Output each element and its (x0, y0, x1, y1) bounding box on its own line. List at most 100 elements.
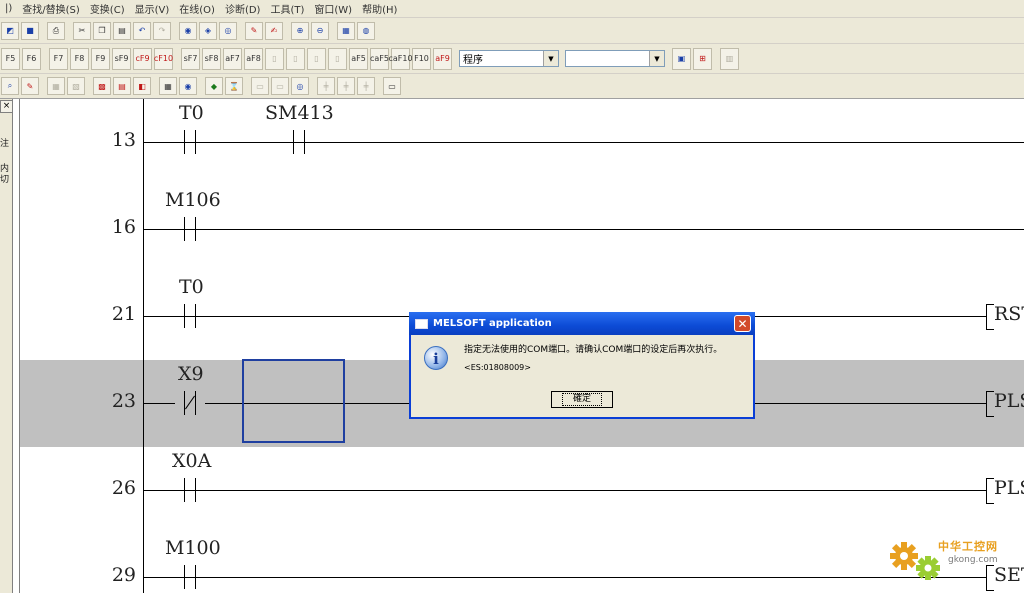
save-icon[interactable]: ■ (21, 21, 39, 40)
ladder-rung[interactable]: 13 T0 SM413 (20, 99, 1024, 186)
program-select[interactable]: 程序 ▼ (459, 50, 559, 67)
key-label: caF10 (388, 54, 413, 63)
key-f9-button[interactable]: F9 (91, 47, 110, 70)
write-mode-icon[interactable]: ▧ (67, 77, 85, 95)
list-view-icon[interactable]: ▤ (113, 77, 131, 95)
normally-open-contact[interactable] (175, 217, 205, 241)
key-f10-button[interactable]: F10 (412, 47, 431, 70)
key-label: aF8 (246, 54, 261, 63)
symbol-3-icon[interactable]: ╪ (357, 77, 375, 95)
read-mode-icon[interactable]: ▦ (47, 77, 65, 95)
key-label: aF5 (351, 54, 366, 63)
chevron-down-icon[interactable]: ▼ (543, 51, 558, 66)
menu-view[interactable]: 显示(V) (130, 1, 175, 16)
symbol-2-icon[interactable]: ╪ (337, 77, 355, 95)
key-af9-button[interactable]: aF9 (433, 47, 452, 70)
properties-icon[interactable]: ▣ (672, 47, 691, 70)
key-label: F7 (53, 54, 64, 63)
search-icon[interactable]: ⌕ (1, 77, 19, 95)
edit-icon[interactable]: ✎ (21, 77, 39, 95)
normally-open-contact[interactable] (175, 130, 205, 154)
device-memory-icon[interactable]: ◍ (357, 21, 375, 40)
menu-help[interactable]: 帮助(H) (357, 1, 402, 16)
ladder-rung[interactable]: 16 M106 (20, 186, 1024, 273)
menu-tools[interactable]: 工具(T) (265, 1, 309, 16)
normally-open-contact[interactable] (284, 130, 314, 154)
edit-cursor[interactable] (242, 359, 345, 443)
key-disabled-1[interactable]: ▯ (265, 47, 284, 70)
key-af5-button[interactable]: aF5 (349, 47, 368, 70)
close-icon[interactable]: × (0, 100, 13, 113)
timer-icon[interactable]: ⌛ (225, 77, 243, 95)
zoom-out-icon[interactable]: ⊖ (311, 21, 329, 40)
key-sf7-button[interactable]: sF7 (181, 47, 200, 70)
symbol-1-icon[interactable]: ╪ (317, 77, 335, 95)
panel-char: 注 (0, 139, 10, 149)
menu-online[interactable]: 在线(O) (174, 1, 220, 16)
menu-diagnostics[interactable]: 诊断(D) (220, 1, 266, 16)
paste-icon[interactable]: ▤ (113, 21, 131, 40)
key-disabled-3[interactable]: ▯ (307, 47, 326, 70)
copy-icon[interactable]: ❐ (93, 21, 111, 40)
delete-row-icon[interactable]: ▭ (271, 77, 289, 95)
key-label: F8 (74, 54, 85, 63)
key-caf5-button[interactable]: caF5 (370, 47, 389, 70)
insert-row-icon[interactable]: ▭ (251, 77, 269, 95)
secondary-select[interactable]: ▼ (565, 50, 665, 67)
key-cf9-button[interactable]: cF9 (133, 47, 152, 70)
diagnose-icon[interactable]: ◎ (291, 77, 309, 95)
ladder-rung[interactable]: 29 M100 SET (20, 534, 1024, 593)
device-list-icon[interactable]: ▦ (159, 77, 177, 95)
ladder-view-icon[interactable]: ▩ (93, 77, 111, 95)
key-label: aF9 (435, 54, 450, 63)
dialog-close-button[interactable]: ✕ (734, 315, 751, 332)
key-f8-button[interactable]: F8 (70, 47, 89, 70)
tree-icon[interactable]: ⊞ (693, 47, 712, 70)
replace-icon[interactable]: ◎ (219, 21, 237, 40)
dialog-titlebar[interactable]: MELSOFT application ✕ (409, 312, 755, 335)
key-f7-button[interactable]: F7 (49, 47, 68, 70)
redo-icon[interactable]: ↷ (153, 21, 171, 40)
sfc-view-icon[interactable]: ◧ (133, 77, 151, 95)
normally-closed-contact[interactable] (175, 391, 205, 415)
screen-icon[interactable]: ▭ (383, 77, 401, 95)
normally-open-contact[interactable] (175, 565, 205, 589)
step-icon[interactable]: ◆ (205, 77, 223, 95)
find-device-icon[interactable]: ◉ (179, 21, 197, 40)
comment-icon[interactable]: ▦ (337, 21, 355, 40)
open-icon[interactable]: ◩ (1, 21, 19, 40)
key-af8-button[interactable]: aF8 (244, 47, 263, 70)
menu-window[interactable]: 窗口(W) (309, 1, 357, 16)
key-f6-button[interactable]: F6 (22, 47, 41, 70)
ok-button[interactable]: 確定 (551, 391, 613, 408)
gear-icon (890, 542, 940, 580)
monitor-start-icon[interactable]: ◉ (179, 77, 197, 95)
zoom-in-icon[interactable]: ⊕ (291, 21, 309, 40)
key-label: F6 (26, 54, 37, 63)
grid-icon[interactable]: ▥ (720, 47, 739, 70)
key-label: sF9 (114, 54, 129, 63)
chevron-down-icon[interactable]: ▼ (649, 51, 664, 66)
menu-find-replace[interactable]: 查找/替换(S) (17, 1, 85, 16)
key-f5-button[interactable]: F5 (1, 47, 20, 70)
write-icon[interactable]: ✍ (265, 21, 283, 40)
cut-icon[interactable]: ✂ (73, 21, 91, 40)
key-disabled-2[interactable]: ▯ (286, 47, 305, 70)
normally-open-contact[interactable] (175, 304, 205, 328)
key-caf10-button[interactable]: caF10 (388, 47, 413, 70)
key-sf8-button[interactable]: sF8 (202, 47, 221, 70)
ladder-symbol-toolbar: F5 F6 F7 F8 F9 sF9 cF9 cF10 sF7 sF8 aF7 … (0, 44, 1024, 74)
wire (144, 229, 1024, 230)
key-disabled-4[interactable]: ▯ (328, 47, 347, 70)
find-instruction-icon[interactable]: ◈ (199, 21, 217, 40)
key-sf9-button[interactable]: sF9 (112, 47, 131, 70)
monitor-icon[interactable]: ✎ (245, 21, 263, 40)
menu-convert[interactable]: 变换(C) (85, 1, 130, 16)
normally-open-contact[interactable] (175, 478, 205, 502)
print-icon[interactable]: ⎙ (47, 21, 65, 40)
key-cf10-button[interactable]: cF10 (154, 47, 173, 70)
step-number: 29 (111, 564, 136, 586)
undo-icon[interactable]: ↶ (133, 21, 151, 40)
ladder-rung[interactable]: 26 X0A PLS (20, 447, 1024, 534)
key-af7-button[interactable]: aF7 (223, 47, 242, 70)
